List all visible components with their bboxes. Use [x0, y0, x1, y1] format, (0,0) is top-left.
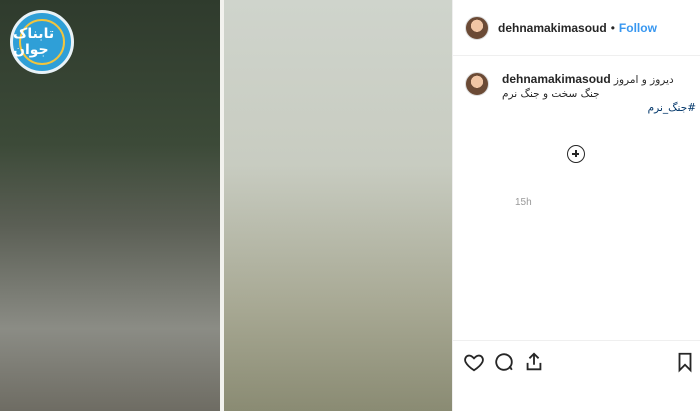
- heart-icon[interactable]: [463, 351, 485, 373]
- bookmark-icon[interactable]: [674, 351, 696, 373]
- caption-hashtag[interactable]: #جنگ_نرم: [502, 101, 696, 115]
- post-header: dehnamakimasoud • Follow: [453, 0, 700, 56]
- plus-circle-icon[interactable]: [567, 145, 585, 163]
- post-image[interactable]: تابناک جوان: [0, 0, 452, 411]
- header-username[interactable]: dehnamakimasoud: [498, 21, 607, 35]
- share-icon[interactable]: [523, 351, 545, 373]
- caption-text: dehnamakimasoud دیروز و امروز جنگ سخت و …: [502, 72, 696, 115]
- instagram-post: تابناک جوان dehnamakimasoud • Follow deh…: [0, 0, 700, 411]
- follow-button[interactable]: Follow: [619, 21, 657, 35]
- action-bar: [452, 340, 700, 380]
- image-right-panel: [222, 0, 452, 411]
- caption-time: 15h: [515, 197, 532, 208]
- watermark-text: تابناک جوان: [13, 26, 55, 58]
- caption-username[interactable]: dehnamakimasoud: [502, 72, 611, 86]
- caption-line1: دیروز و امروز: [613, 74, 674, 86]
- comment-icon[interactable]: [493, 351, 515, 373]
- image-divider: [220, 0, 224, 411]
- caption-line2: جنگ سخت و جنگ نرم: [502, 88, 600, 100]
- watermark-logo: تابناک جوان: [10, 10, 74, 74]
- caption-avatar[interactable]: [465, 72, 489, 96]
- avatar[interactable]: [465, 15, 489, 40]
- separator-dot: •: [610, 20, 615, 35]
